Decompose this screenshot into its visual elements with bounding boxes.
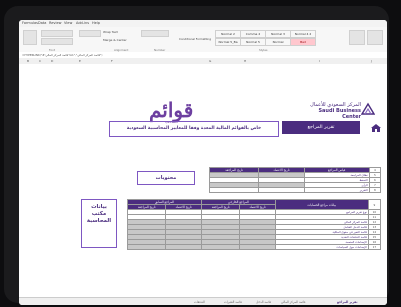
column-header[interactable]: H [244,59,246,63]
report-title: خاص بالقوائم المالية المعدة وفقا للمعايي… [109,121,279,137]
brand-mark-icon [361,102,375,115]
table-cell[interactable] [126,244,167,250]
formula-text: =HYPERLINK("#'قائمة المركز المالي'!A1","… [22,53,103,57]
contents-label: محتويات [137,171,195,185]
side-label-line: بيانات [91,204,107,210]
menu-item[interactable]: Formulas [22,21,38,25]
table-cell[interactable] [258,187,305,193]
menu-item[interactable]: Data [38,21,46,25]
style-cell[interactable]: Normal 4 2 [290,30,316,38]
auditor-report-button[interactable]: تقرير المراجع [282,121,360,134]
column-header[interactable]: G [209,59,211,63]
side-label-line: المحاسبة [86,218,112,224]
column-header[interactable]: F [111,59,113,63]
sheet-tabs: التدفقات قائمة التغيرات قائمة الدخل قائم… [19,297,387,305]
conditional-format-button[interactable]: Conditional Formatting [179,37,213,41]
auditor-data-table: المراجع السابق المراجع الخارجي بيانات مر… [126,199,382,250]
sheet-tab[interactable]: قائمة المركز المالي [281,300,305,304]
font-style-buttons[interactable] [41,38,73,45]
font-select[interactable] [41,30,73,37]
wrap-text-button[interactable]: Wrap Text [103,30,118,34]
column-header[interactable]: D [51,59,53,63]
table-row-label: الإيضاحات حول السياسات [274,244,369,250]
row-number: 8 [368,187,382,193]
delete-button[interactable] [367,30,383,45]
style-cell[interactable]: Comma 2 [240,30,266,38]
sheet-tab[interactable]: قائمة التغيرات [224,300,242,304]
table-cell[interactable] [200,244,241,250]
row-number: 17 [367,244,382,250]
menu-item[interactable]: Add-ins [76,21,89,25]
menu-item[interactable]: View [64,21,72,25]
number-format-select[interactable] [141,30,169,37]
column-header[interactable]: C [39,59,41,63]
column-header[interactable]: E [79,59,81,63]
menu-bar: Formulas Data Review View Add-ins Help [19,20,387,27]
table-row-label: التقرير [303,187,370,193]
saudi-business-center-logo: المركز السعودي للأعمال Saudi Business Ce… [301,102,375,122]
menu-item[interactable]: Help [92,21,100,25]
screen: Formulas Data Review View Add-ins Help W… [19,20,387,305]
tablet-frame: Formulas Data Review View Add-ins Help W… [4,6,389,305]
table-cell[interactable] [239,244,276,250]
style-cell[interactable]: Normal [265,38,291,46]
ribbon: Wrap Text Merge & Center Conditional For… [19,27,387,48]
menu-item[interactable]: Review [49,21,62,25]
home-icon[interactable] [370,123,382,133]
align-buttons[interactable] [79,30,101,37]
logo-text: قوائم [149,98,194,122]
paste-button[interactable] [23,30,37,45]
merge-center-button[interactable]: Merge & Center [103,38,127,42]
insert-button[interactable] [349,30,365,45]
qawaem-logo: قوائم Qawaem [149,98,194,124]
audit-summary-table: تاريخ المراجعة تاريخ الاعتماد قياس المرا… [208,167,382,193]
column-header[interactable]: B [27,59,29,63]
sheet-tab-active[interactable]: تقرير المراجع [337,300,357,304]
brand-english: Saudi Business Center [318,108,361,120]
column-header[interactable]: I [319,59,320,63]
row-number: 9 [367,199,382,210]
table-header: بيانات مراجع الحسابات [274,199,369,210]
style-cell[interactable]: Normal 3 [265,30,291,38]
style-cell-bad[interactable]: Bad [290,38,316,46]
accounting-office-label: بيانات مكتب المحاسبة [81,199,117,248]
table-cell[interactable] [208,187,260,193]
sheet-tab[interactable]: قائمة الدخل [256,300,271,304]
spreadsheet-grid[interactable]: قوائم Qawaem المركز السعودي للأعمال Saud… [19,64,387,297]
sheet-tab[interactable]: التدفقات [194,300,205,304]
style-cell[interactable]: Normal 5_Ba [215,38,241,46]
style-cell[interactable]: Normal 5 [240,38,266,46]
style-cell[interactable]: Normal 2 [215,30,241,38]
column-header[interactable]: J [371,59,372,63]
table-cell[interactable] [165,244,202,250]
side-label-line: مكتب [91,211,107,217]
